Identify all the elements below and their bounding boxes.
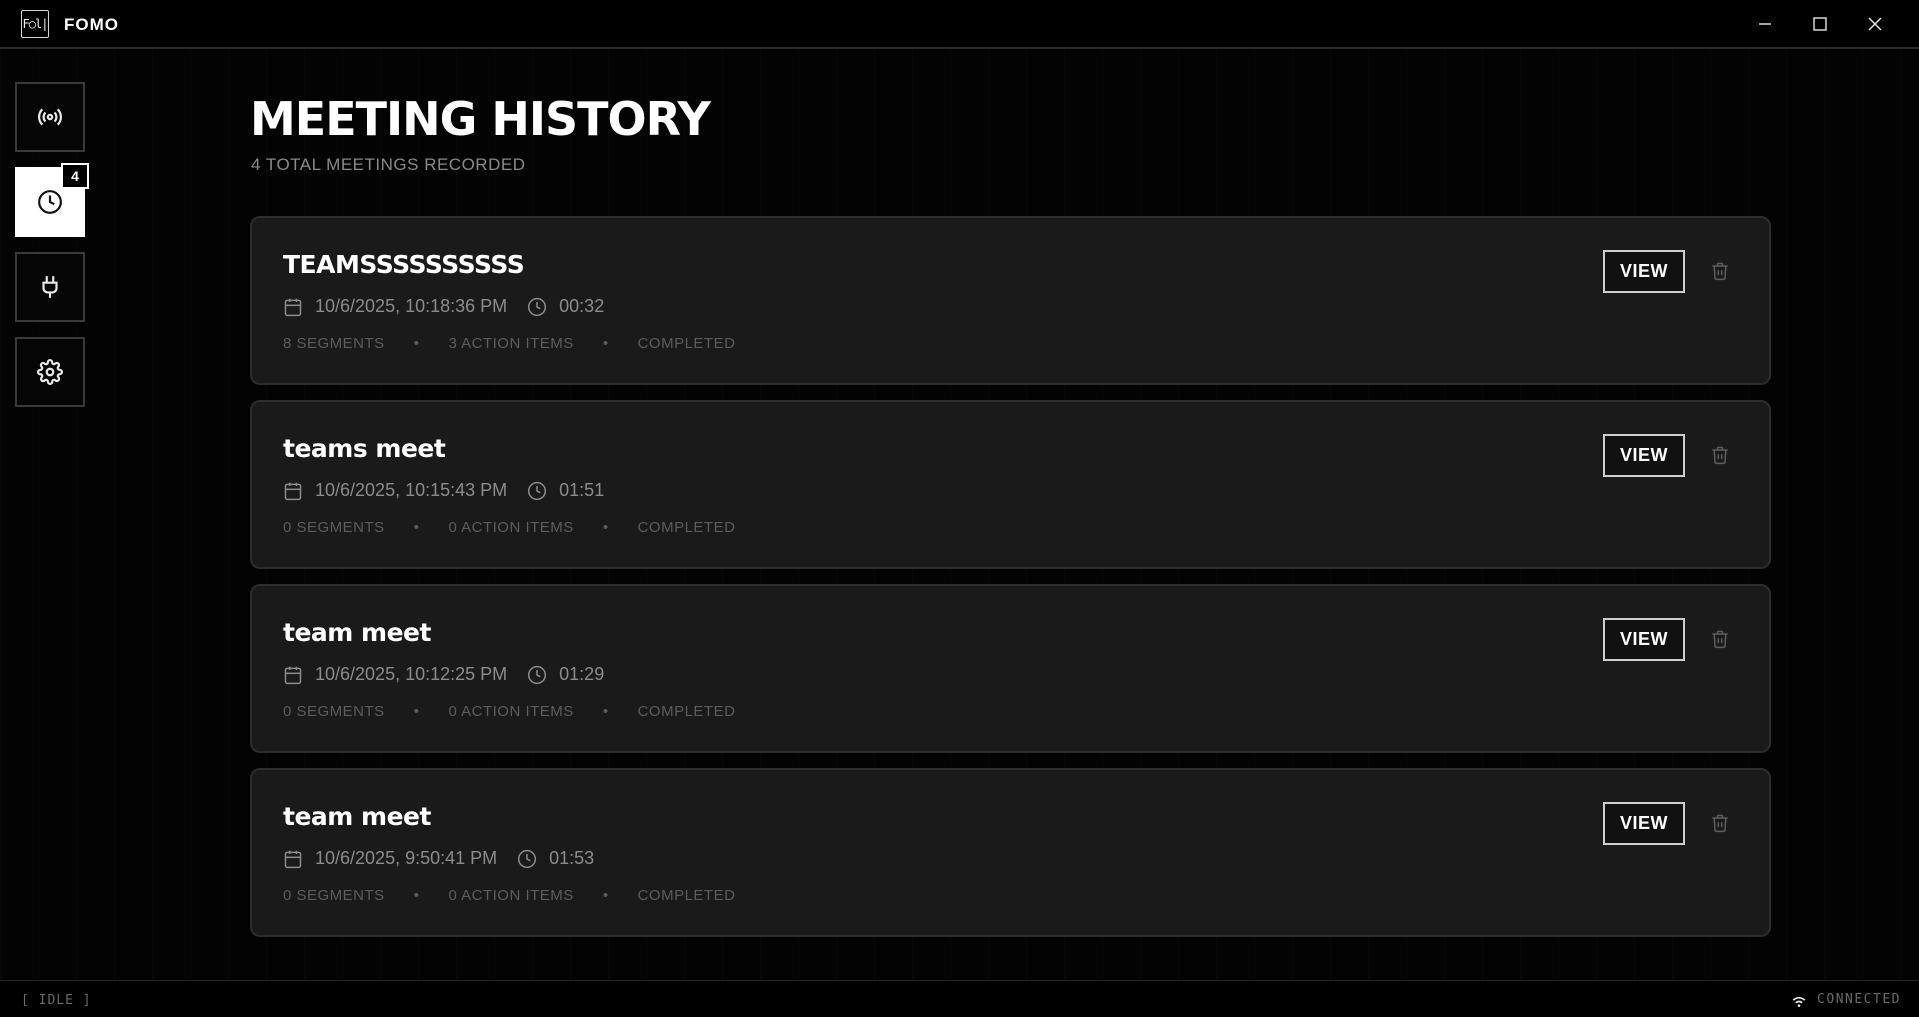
- action-items-count: 0 ACTION ITEMS: [448, 887, 574, 904]
- trash-icon: [1712, 630, 1728, 649]
- delete-button[interactable]: [1708, 811, 1732, 835]
- sidebar-item-live[interactable]: [15, 82, 85, 152]
- app-title: FOMO: [64, 15, 119, 34]
- meeting-card[interactable]: TEAMSSSSSSSSSS 10/6/2025, 10:18:36 PM 00…: [250, 216, 1771, 385]
- meeting-meta: 10/6/2025, 10:18:36 PM 00:32: [283, 296, 604, 317]
- meeting-title: TEAMSSSSSSSSSS: [283, 250, 525, 279]
- meeting-meta: 10/6/2025, 10:15:43 PM 01:51: [283, 480, 604, 501]
- segments-count: 8 SEGMENTS: [283, 335, 385, 352]
- view-button[interactable]: VIEW: [1603, 618, 1685, 661]
- meeting-card[interactable]: team meet 10/6/2025, 10:12:25 PM 01:29 0…: [250, 584, 1771, 753]
- separator-dot: •: [413, 335, 420, 352]
- meeting-stats: 0 SEGMENTS • 0 ACTION ITEMS • COMPLETED: [283, 703, 735, 720]
- title-bar: F○l| FOMO: [0, 0, 1919, 49]
- sidebar-item-settings[interactable]: [15, 337, 85, 407]
- delete-button[interactable]: [1708, 259, 1732, 283]
- meeting-meta: 10/6/2025, 9:50:41 PM 01:53: [283, 848, 594, 869]
- action-items-count: 0 ACTION ITEMS: [448, 703, 574, 720]
- clock-icon: [518, 849, 537, 868]
- calendar-icon: [284, 850, 302, 868]
- status-idle: [ IDLE ]: [21, 993, 92, 1008]
- trash-icon: [1712, 446, 1728, 465]
- separator-dot: •: [413, 519, 420, 536]
- delete-button[interactable]: [1708, 443, 1732, 467]
- separator-dot: •: [602, 335, 609, 352]
- meeting-duration: 01:51: [559, 480, 605, 500]
- action-items-count: 3 ACTION ITEMS: [448, 335, 574, 352]
- minimize-icon: [1759, 23, 1771, 25]
- meeting-card[interactable]: teams meet 10/6/2025, 10:15:43 PM 01:51 …: [250, 400, 1771, 569]
- separator-dot: •: [602, 887, 609, 904]
- view-button[interactable]: VIEW: [1603, 802, 1685, 845]
- view-button[interactable]: VIEW: [1603, 250, 1685, 293]
- clock-icon: [528, 297, 547, 316]
- meeting-title: team meet: [283, 618, 431, 647]
- separator-dot: •: [602, 519, 609, 536]
- meeting-datetime: 10/6/2025, 10:12:25 PM: [315, 664, 508, 684]
- status-bar: [ IDLE ] CONNECTED: [0, 980, 1919, 1017]
- separator-dot: •: [602, 703, 609, 720]
- close-button[interactable]: [1848, 0, 1902, 48]
- app-window: F○l| FOMO 4 MEETING HISTORY 4 TOTAL MEET…: [0, 0, 1919, 1017]
- maximize-button[interactable]: [1793, 0, 1847, 48]
- meeting-stats: 0 SEGMENTS • 0 ACTION ITEMS • COMPLETED: [283, 519, 735, 536]
- wifi-icon: [1792, 996, 1806, 1007]
- minimize-button[interactable]: [1738, 0, 1792, 48]
- page-title: MEETING HISTORY: [250, 92, 711, 146]
- close-icon: [1868, 17, 1882, 31]
- segments-count: 0 SEGMENTS: [283, 703, 385, 720]
- meeting-stats: 8 SEGMENTS • 3 ACTION ITEMS • COMPLETED: [283, 335, 735, 352]
- action-items-count: 0 ACTION ITEMS: [448, 519, 574, 536]
- meeting-datetime: 10/6/2025, 10:18:36 PM: [315, 296, 508, 316]
- meeting-stats: 0 SEGMENTS • 0 ACTION ITEMS • COMPLETED: [283, 887, 735, 904]
- meeting-datetime: 10/6/2025, 10:15:43 PM: [315, 480, 508, 500]
- meeting-status: COMPLETED: [637, 703, 736, 720]
- meeting-title: teams meet: [283, 434, 446, 463]
- clock-icon: [528, 481, 547, 500]
- connection-status: CONNECTED: [1791, 992, 1901, 1007]
- clock-icon: [528, 665, 547, 684]
- sidebar-item-integrations[interactable]: [15, 252, 85, 322]
- sidebar-item-history[interactable]: 4: [15, 163, 89, 237]
- meeting-meta: 10/6/2025, 10:12:25 PM 01:29: [283, 664, 604, 685]
- delete-button[interactable]: [1708, 627, 1732, 651]
- app-logo: F○l|: [21, 10, 49, 38]
- meeting-title: team meet: [283, 802, 431, 831]
- maximize-icon: [1813, 17, 1827, 31]
- history-count-badge: 4: [61, 163, 89, 189]
- calendar-icon: [284, 666, 302, 684]
- broadcast-icon: [38, 108, 62, 126]
- meeting-duration: 00:32: [559, 296, 605, 316]
- trash-icon: [1712, 262, 1728, 281]
- trash-icon: [1712, 814, 1728, 833]
- gear-icon: [37, 359, 63, 385]
- meeting-card[interactable]: team meet 10/6/2025, 9:50:41 PM 01:53 0 …: [250, 768, 1771, 937]
- meeting-datetime: 10/6/2025, 9:50:41 PM: [315, 848, 498, 868]
- clock-icon: [38, 190, 62, 214]
- page-subtitle: 4 TOTAL MEETINGS RECORDED: [251, 155, 526, 174]
- view-button[interactable]: VIEW: [1603, 434, 1685, 477]
- segments-count: 0 SEGMENTS: [283, 887, 385, 904]
- meeting-status: COMPLETED: [637, 335, 736, 352]
- meeting-duration: 01:53: [549, 848, 595, 868]
- meeting-status: COMPLETED: [637, 519, 736, 536]
- meeting-duration: 01:29: [559, 664, 605, 684]
- connection-status-label: CONNECTED: [1817, 992, 1901, 1007]
- segments-count: 0 SEGMENTS: [283, 519, 385, 536]
- plug-icon: [42, 276, 58, 298]
- calendar-icon: [284, 298, 302, 316]
- meeting-status: COMPLETED: [637, 887, 736, 904]
- calendar-icon: [284, 482, 302, 500]
- separator-dot: •: [413, 887, 420, 904]
- separator-dot: •: [413, 703, 420, 720]
